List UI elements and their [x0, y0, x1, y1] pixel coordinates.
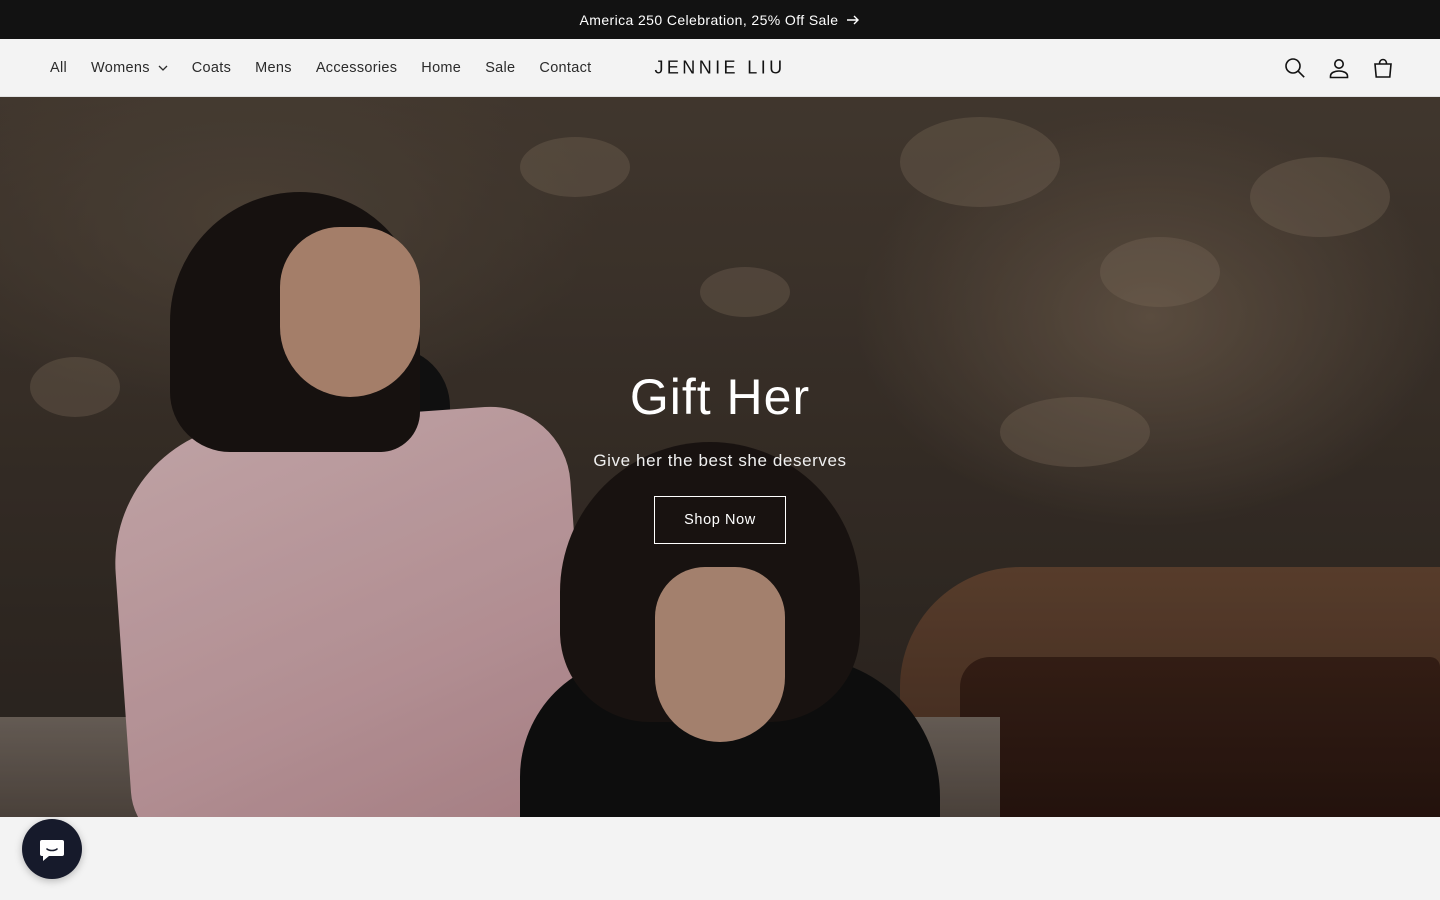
hero-banner: Gift Her Give her the best she deserves …: [0, 97, 1440, 817]
nav-item-womens[interactable]: Womens: [79, 52, 180, 84]
nav-item-home[interactable]: Home: [409, 52, 473, 84]
shop-now-button[interactable]: Shop Now: [654, 496, 786, 544]
arrow-right-icon: [847, 15, 860, 24]
chevron-down-icon: [158, 65, 168, 71]
chat-icon: [40, 840, 64, 861]
hero-title: Gift Her: [629, 369, 811, 425]
account-button[interactable]: [1320, 49, 1358, 87]
nav-item-sale[interactable]: Sale: [473, 52, 527, 84]
nav-item-accessories[interactable]: Accessories: [304, 52, 409, 84]
search-button[interactable]: [1276, 49, 1314, 87]
site-header: All Womens Coats Mens Accessories Home S…: [0, 39, 1440, 97]
cart-icon: [1374, 58, 1392, 78]
hero-content: Gift Her Give her the best she deserves …: [0, 367, 1440, 544]
cart-button[interactable]: [1364, 49, 1402, 87]
announcement-text[interactable]: America 250 Celebration, 25% Off Sale: [580, 12, 839, 28]
account-icon: [1329, 58, 1349, 78]
chat-button[interactable]: [22, 819, 82, 879]
nav-item-mens[interactable]: Mens: [243, 52, 304, 84]
nav-item-contact[interactable]: Contact: [527, 52, 603, 84]
nav-item-all[interactable]: All: [38, 52, 79, 84]
hero-subtitle: Give her the best she deserves: [593, 451, 847, 470]
search-icon: [1285, 57, 1305, 78]
header-icons: [1276, 49, 1402, 87]
announcement-bar[interactable]: America 250 Celebration, 25% Off Sale: [0, 0, 1440, 39]
site-logo[interactable]: JENNIE LIU: [654, 57, 785, 78]
nav-item-coats[interactable]: Coats: [180, 52, 243, 84]
main-nav: All Womens Coats Mens Accessories Home S…: [38, 52, 604, 84]
